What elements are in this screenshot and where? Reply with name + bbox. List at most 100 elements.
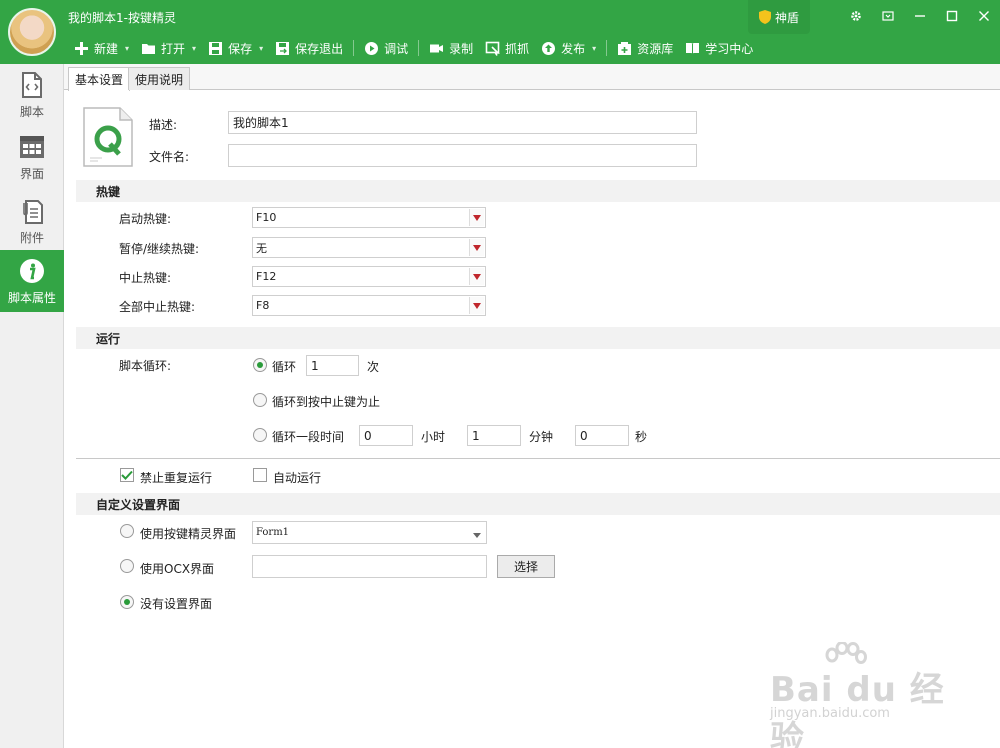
new-button[interactable]: 新建 ▾ xyxy=(68,38,135,58)
builtin-ui-form-value: Form1 xyxy=(256,527,290,538)
filename-input[interactable] xyxy=(228,144,697,167)
save-icon xyxy=(209,41,223,55)
select-ocx-button[interactable]: 选择 xyxy=(497,555,555,578)
grab-button[interactable]: 抓抓 xyxy=(479,38,535,58)
loop-duration-label: 循环一段时间 xyxy=(272,430,345,444)
maximize-button[interactable] xyxy=(936,6,968,26)
watermark-brand: Bai du 经验 xyxy=(770,670,945,748)
auto-run-checkbox[interactable] xyxy=(253,468,267,482)
script-icon xyxy=(22,71,42,98)
sidebar-item-attachment[interactable]: 附件 xyxy=(0,190,64,252)
dropdown-arrow-icon[interactable] xyxy=(469,297,484,314)
sidebar-item-label: 脚本 xyxy=(19,104,44,119)
sidebar-item-script-properties[interactable]: 脚本属性 xyxy=(0,250,64,312)
pause-hotkey-select[interactable]: 无 xyxy=(252,237,486,258)
save-exit-button[interactable]: 保存退出 xyxy=(269,38,349,58)
chevron-down-icon: ▾ xyxy=(192,43,197,53)
menu-button[interactable] xyxy=(872,6,904,26)
sidebar-item-label: 界面 xyxy=(19,166,44,181)
loop-count-input[interactable]: 1 xyxy=(306,355,359,376)
debug-label: 调试 xyxy=(384,41,409,56)
ocx-ui-label: 使用OCX界面 xyxy=(140,562,215,576)
minimize-button[interactable] xyxy=(904,6,936,26)
description-input[interactable]: 我的脚本1 xyxy=(228,111,697,134)
builtin-ui-form-select[interactable]: Form1 xyxy=(252,521,487,544)
builtin-ui-label: 使用按键精灵界面 xyxy=(140,527,237,541)
new-label: 新建 xyxy=(94,41,119,56)
tab-usage[interactable]: 使用说明 xyxy=(128,67,191,90)
run-section-header: 运行 xyxy=(76,327,1000,349)
book-icon xyxy=(686,42,700,54)
save-exit-label: 保存退出 xyxy=(295,41,344,56)
chevron-down-icon: ▾ xyxy=(259,43,264,53)
start-hotkey-label: 启动热键: xyxy=(119,212,172,226)
filename-label: 文件名: xyxy=(149,150,190,164)
stop-all-hotkey-value: F8 xyxy=(256,299,270,312)
stop-hotkey-value: F12 xyxy=(256,270,277,283)
shield-button[interactable]: 神盾 xyxy=(748,0,810,34)
learning-center-button[interactable]: 学习中心 xyxy=(679,38,759,58)
close-button[interactable] xyxy=(968,6,1000,26)
publish-button[interactable]: 发布 ▾ xyxy=(535,38,602,58)
no-ui-radio[interactable] xyxy=(120,595,134,609)
pause-hotkey-label: 暂停/继续热键: xyxy=(119,242,200,256)
dropdown-arrow-icon[interactable] xyxy=(469,209,484,226)
close-icon xyxy=(979,11,989,21)
camera-icon xyxy=(430,44,444,52)
minutes-input[interactable]: 1 xyxy=(467,425,521,446)
sidebar-item-label: 附件 xyxy=(19,230,44,245)
loop-until-stop-radio[interactable] xyxy=(253,393,267,407)
hours-unit-label: 小时 xyxy=(421,430,446,444)
loop-duration-radio[interactable] xyxy=(253,428,267,442)
script-loop-label: 脚本循环: xyxy=(119,359,172,373)
main-toolbar: 新建 ▾ 打开 ▾ 保存 ▾ 保存退出 调试 录制 抓抓 发布 ▾ 资源库 学习… xyxy=(68,38,759,58)
sidebar-item-interface[interactable]: 界面 xyxy=(0,126,64,188)
ocx-path-input[interactable] xyxy=(252,555,487,578)
ocx-ui-radio[interactable] xyxy=(120,559,134,573)
gear-icon xyxy=(851,11,861,21)
maximize-icon xyxy=(946,10,958,22)
window-controls xyxy=(840,6,1000,26)
grid-icon xyxy=(20,135,44,158)
resource-library-button[interactable]: 资源库 xyxy=(611,38,679,58)
start-hotkey-select[interactable]: F10 xyxy=(252,207,486,228)
watermark-url: jingyan.baidu.com xyxy=(770,706,890,721)
debug-button[interactable]: 调试 xyxy=(358,38,414,58)
hours-input[interactable]: 0 xyxy=(359,425,413,446)
save-exit-icon xyxy=(276,41,290,55)
builtin-ui-radio[interactable] xyxy=(120,524,134,538)
loop-count-option-label: 循环 xyxy=(272,360,297,374)
custom-ui-section-header: 自定义设置界面 xyxy=(76,493,1000,515)
open-button[interactable]: 打开 ▾ xyxy=(135,38,202,58)
settings-button[interactable] xyxy=(840,6,872,26)
dropdown-arrow-icon[interactable] xyxy=(469,268,484,285)
loop-count-radio[interactable] xyxy=(253,358,267,372)
no-repeat-checkbox[interactable] xyxy=(120,468,134,482)
tab-basic-settings[interactable]: 基本设置 xyxy=(68,67,131,91)
user-avatar[interactable] xyxy=(8,8,56,56)
stop-hotkey-label: 中止热键: xyxy=(119,271,172,285)
sidebar-item-script[interactable]: 脚本 xyxy=(0,64,64,126)
stop-hotkey-select[interactable]: F12 xyxy=(252,266,486,287)
window-title: 我的脚本1-按键精灵 xyxy=(68,11,176,25)
seconds-unit-label: 秒 xyxy=(635,430,648,444)
chevron-down-icon[interactable] xyxy=(473,530,481,541)
loop-until-stop-label: 循环到按中止键为止 xyxy=(272,395,381,409)
toolbar-divider xyxy=(353,40,355,56)
save-button[interactable]: 保存 ▾ xyxy=(202,38,269,58)
menu-icon xyxy=(882,11,894,21)
publish-icon xyxy=(542,41,556,55)
chevron-down-icon: ▾ xyxy=(125,43,130,53)
dropdown-arrow-icon[interactable] xyxy=(469,239,484,256)
property-tabs: 基本设置 使用说明 xyxy=(64,64,1000,91)
minutes-unit-label: 分钟 xyxy=(529,430,554,444)
attachment-icon xyxy=(23,199,43,224)
minimize-icon xyxy=(915,15,925,17)
publish-label: 发布 xyxy=(561,41,586,56)
record-button[interactable]: 录制 xyxy=(423,38,479,58)
start-hotkey-value: F10 xyxy=(256,211,277,224)
pause-hotkey-value: 无 xyxy=(256,241,267,255)
stop-all-hotkey-select[interactable]: F8 xyxy=(252,295,486,316)
seconds-input[interactable]: 0 xyxy=(575,425,629,446)
no-ui-label: 没有设置界面 xyxy=(140,597,213,611)
